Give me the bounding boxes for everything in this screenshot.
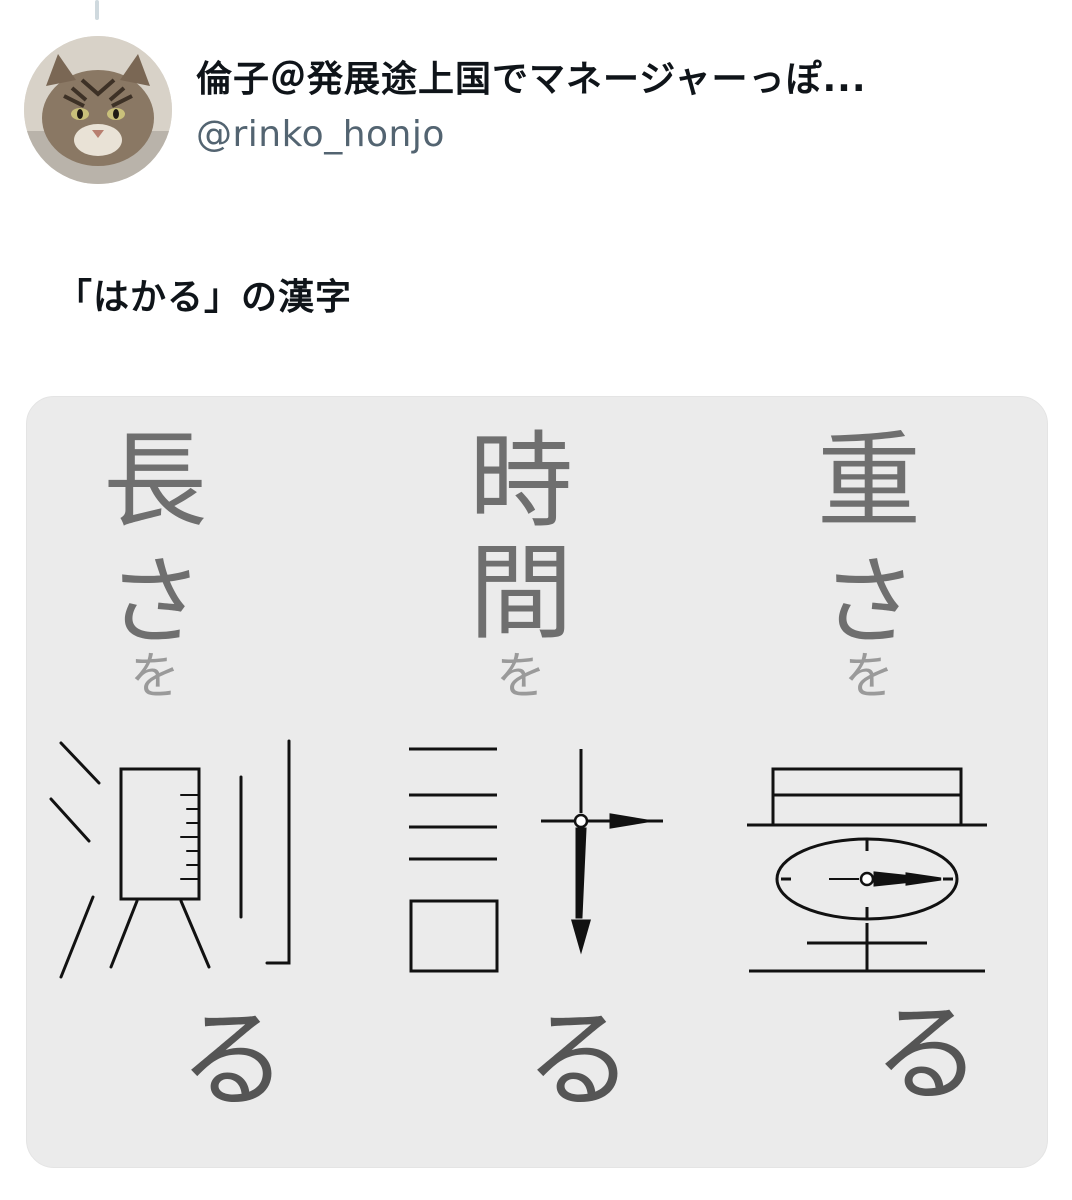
tweet-media-image[interactable]: 長 さ を 時 間 を 重 さ を る る る bbox=[26, 396, 1048, 1168]
hakaru-ruler-kanji bbox=[49, 739, 291, 979]
col2-top-char-2: 間 bbox=[469, 532, 573, 654]
col1-top-char-2: さ bbox=[107, 546, 203, 658]
author-handle[interactable]: @rinko_honjo bbox=[196, 114, 445, 155]
col2-ru-char: る bbox=[525, 998, 633, 1123]
cat-avatar-icon bbox=[24, 36, 172, 184]
col1-wo-char: を bbox=[130, 647, 180, 705]
tweet-text: 「はかる」の漢字 bbox=[56, 277, 353, 318]
col2-wo-char: を bbox=[496, 647, 546, 705]
hakaru-clock-kanji bbox=[409, 747, 663, 973]
col1-ru-char: る bbox=[179, 998, 287, 1123]
col1-top-char-1: 長 bbox=[103, 420, 207, 542]
col3-ru-char: る bbox=[873, 992, 981, 1117]
col2-top-char-1: 時 bbox=[469, 420, 573, 542]
col3-top-char-1: 重 bbox=[817, 420, 921, 542]
col3-wo-char: を bbox=[844, 647, 894, 705]
kanji-illustration: 長 さ を 時 間 を 重 さ を る る る bbox=[49, 420, 987, 1123]
avatar[interactable] bbox=[24, 36, 172, 184]
thread-connector-line bbox=[95, 0, 99, 20]
col3-top-char-2: さ bbox=[821, 546, 917, 658]
author-display-name[interactable]: 倫子＠発展途上国でマネージャーっぽ... bbox=[196, 50, 1046, 102]
hakaru-scale-kanji bbox=[747, 767, 987, 973]
